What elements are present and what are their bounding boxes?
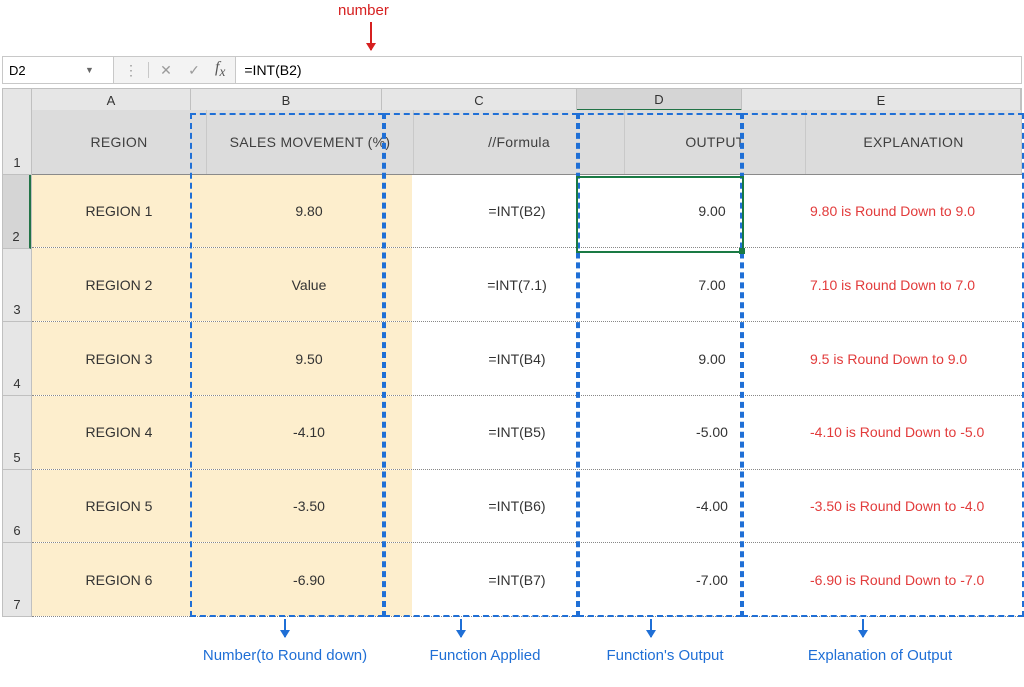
cell-B7[interactable]: -6.90	[206, 543, 412, 616]
formula-bar-buttons: ⋮ ✕ ✓ fx	[114, 57, 236, 83]
annotation-number: number	[338, 2, 389, 19]
arrow-down-icon	[862, 619, 864, 637]
annotation-col-e: Explanation of Output	[770, 647, 990, 664]
table-row: REGION 6 -6.90 =INT(B7) -7.00 -6.90 is R…	[32, 543, 1022, 617]
cell-A5[interactable]: REGION 4	[32, 396, 206, 469]
col-header-C[interactable]: C	[382, 89, 577, 111]
row-header-2[interactable]: 2	[3, 175, 31, 249]
cell-A4[interactable]: REGION 3	[32, 322, 206, 395]
bottom-annotations: Number(to Round down) Function Applied F…	[0, 619, 1024, 679]
cell-D5[interactable]: -5.00	[622, 396, 802, 469]
vertical-dots-icon: ⋮	[124, 62, 138, 79]
arrow-down-icon	[284, 619, 286, 637]
table-row: REGION 2 Value =INT(7.1) 7.00 7.10 is Ro…	[32, 248, 1022, 322]
fx-icon[interactable]: fx	[215, 59, 225, 80]
enter-icon[interactable]: ✓	[187, 62, 201, 79]
cancel-icon[interactable]: ✕	[159, 62, 173, 79]
cell-B3[interactable]: Value	[206, 248, 412, 321]
cell-E4[interactable]: 9.5 is Round Down to 9.0	[802, 322, 1022, 395]
cell-A3[interactable]: REGION 2	[32, 248, 206, 321]
cell-E6[interactable]: -3.50 is Round Down to -4.0	[802, 470, 1022, 543]
cell-B6[interactable]: -3.50	[206, 470, 412, 543]
cell-A2[interactable]: REGION 1	[32, 175, 206, 248]
formula-bar: ▼ ⋮ ✕ ✓ fx	[2, 56, 1022, 84]
header-output[interactable]: OUTPUT	[625, 110, 806, 174]
header-region[interactable]: REGION	[32, 110, 207, 174]
header-explanation[interactable]: EXPLANATION	[806, 110, 1022, 174]
annotation-col-c: Function Applied	[400, 647, 570, 664]
cell-C4[interactable]: =INT(B4)	[412, 322, 622, 395]
annotation-col-b: Number(to Round down)	[170, 647, 400, 664]
name-box[interactable]: ▼	[3, 57, 114, 83]
cells: REGION SALES MOVEMENT (%) //Formula OUTP…	[32, 110, 1022, 617]
select-all-corner[interactable]	[3, 89, 32, 111]
divider	[148, 62, 149, 78]
header-sales-movement[interactable]: SALES MOVEMENT (%)	[207, 110, 414, 174]
table-row: REGION 3 9.50 =INT(B4) 9.00 9.5 is Round…	[32, 322, 1022, 396]
arrow-down-icon	[370, 22, 372, 50]
cell-B4[interactable]: 9.50	[206, 322, 412, 395]
cell-A6[interactable]: REGION 5	[32, 470, 206, 543]
header-row: REGION SALES MOVEMENT (%) //Formula OUTP…	[32, 110, 1022, 175]
row-header-5[interactable]: 5	[3, 396, 31, 470]
row-header-6[interactable]: 6	[3, 470, 31, 544]
cell-C6[interactable]: =INT(B6)	[412, 470, 622, 543]
row-numbers: 1 2 3 4 5 6 7	[2, 110, 32, 617]
row-header-4[interactable]: 4	[3, 322, 31, 396]
cell-E2[interactable]: 9.80 is Round Down to 9.0	[802, 175, 1022, 248]
col-header-E[interactable]: E	[742, 89, 1021, 111]
cell-A7[interactable]: REGION 6	[32, 543, 206, 616]
cell-D2[interactable]: 9.00	[622, 175, 802, 248]
row-header-1[interactable]: 1	[3, 110, 31, 175]
cell-C2[interactable]: =INT(B2)	[412, 175, 622, 248]
cell-C7[interactable]: =INT(B7)	[412, 543, 622, 616]
row-header-3[interactable]: 3	[3, 249, 31, 323]
chevron-down-icon[interactable]: ▼	[85, 65, 98, 75]
name-box-input[interactable]	[3, 61, 85, 80]
header-formula[interactable]: //Formula	[414, 110, 625, 174]
col-header-A[interactable]: A	[32, 89, 191, 111]
spreadsheet-grid: 1 2 3 4 5 6 7 REGION SALES MOVEMENT (%) …	[2, 110, 1022, 617]
cell-B5[interactable]: -4.10	[206, 396, 412, 469]
cell-C3[interactable]: =INT(7.1)	[412, 248, 622, 321]
col-header-B[interactable]: B	[191, 89, 382, 111]
row-header-7[interactable]: 7	[3, 543, 31, 617]
cell-E3[interactable]: 7.10 is Round Down to 7.0	[802, 248, 1022, 321]
cell-E7[interactable]: -6.90 is Round Down to -7.0	[802, 543, 1022, 616]
column-headers: A B C D E	[2, 88, 1022, 112]
formula-input[interactable]	[236, 57, 1021, 83]
arrow-down-icon	[650, 619, 652, 637]
cell-D4[interactable]: 9.00	[622, 322, 802, 395]
cell-B2[interactable]: 9.80	[206, 175, 412, 248]
table-row: REGION 4 -4.10 =INT(B5) -5.00 -4.10 is R…	[32, 396, 1022, 470]
table-row: REGION 5 -3.50 =INT(B6) -4.00 -3.50 is R…	[32, 470, 1022, 544]
cell-D3[interactable]: 7.00	[622, 248, 802, 321]
cell-D7[interactable]: -7.00	[622, 543, 802, 616]
table-row: REGION 1 9.80 =INT(B2) 9.00 9.80 is Roun…	[32, 175, 1022, 249]
arrow-down-icon	[460, 619, 462, 637]
cell-E5[interactable]: -4.10 is Round Down to -5.0	[802, 396, 1022, 469]
cell-C5[interactable]: =INT(B5)	[412, 396, 622, 469]
col-header-D[interactable]: D	[577, 89, 742, 111]
cell-D6[interactable]: -4.00	[622, 470, 802, 543]
annotation-col-d: Function's Output	[580, 647, 750, 664]
